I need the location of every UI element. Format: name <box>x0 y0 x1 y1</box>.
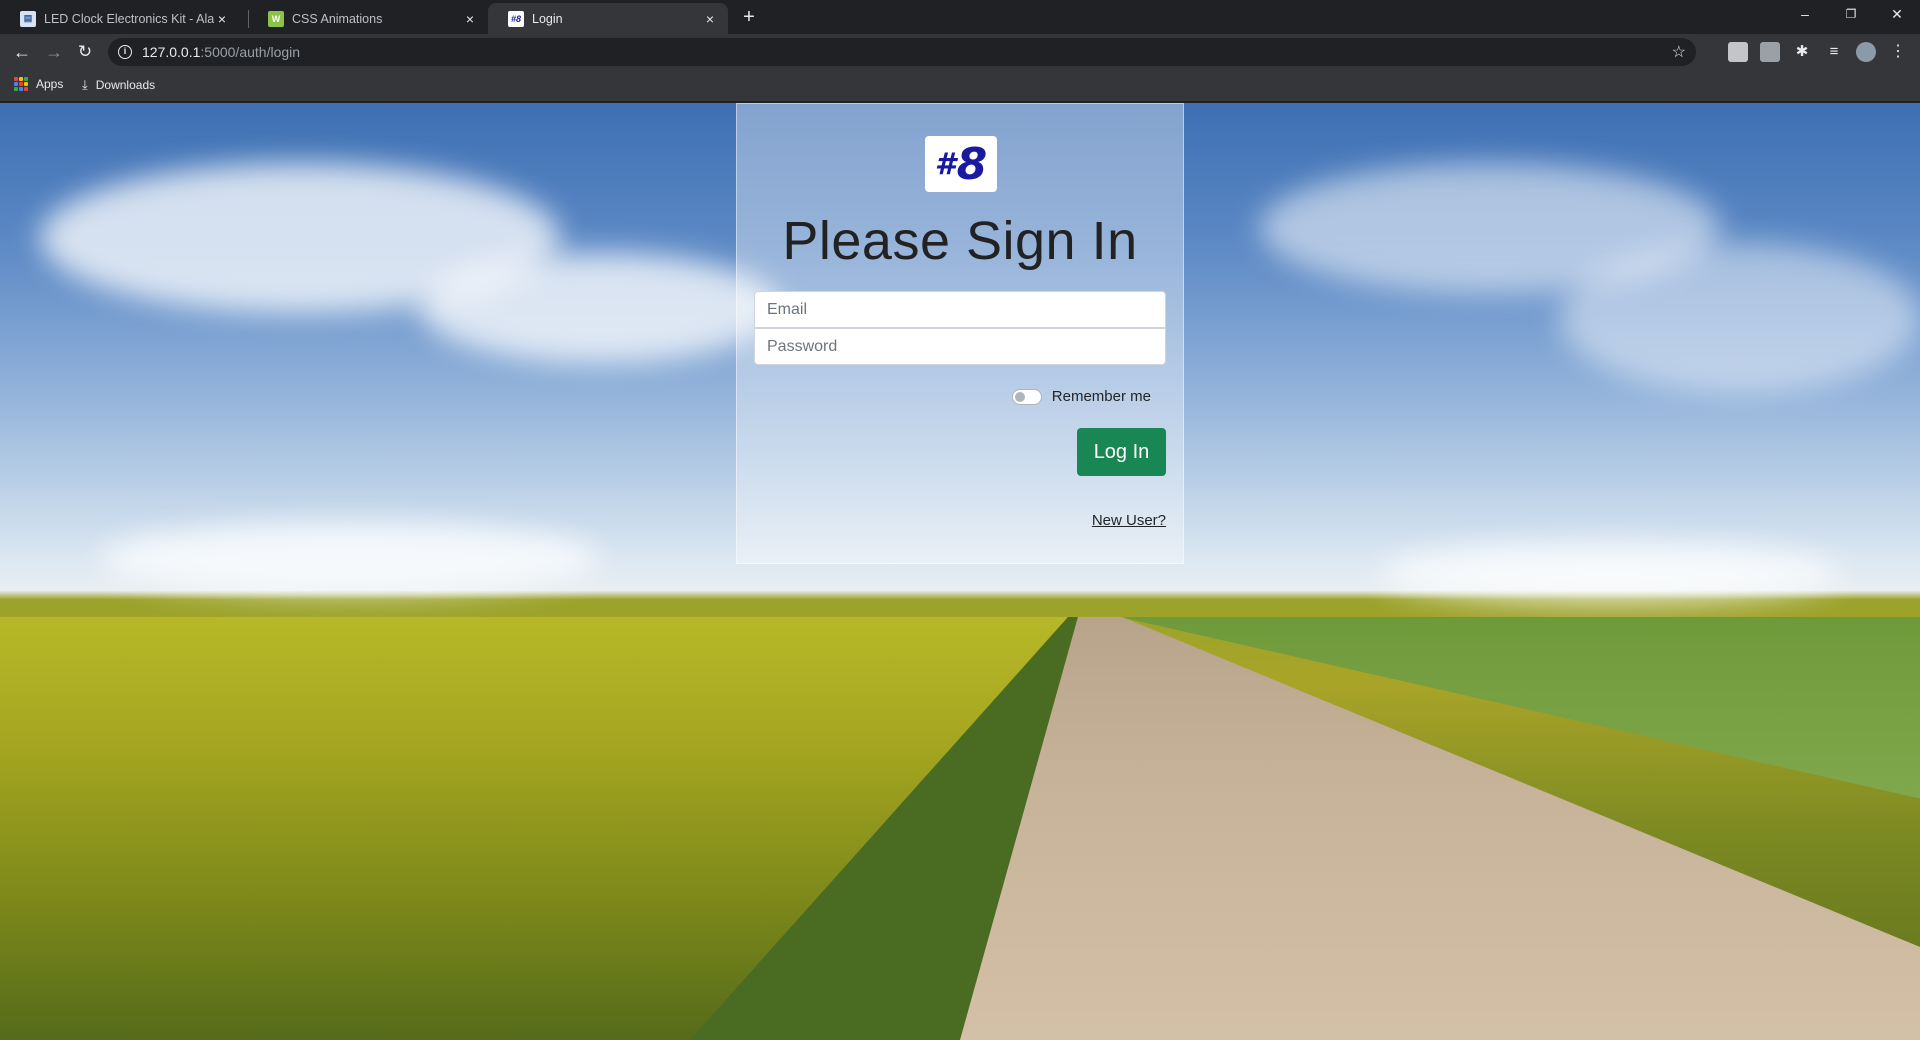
password-field[interactable] <box>754 328 1166 365</box>
site-logo: # 8 <box>925 136 997 192</box>
remember-me-row: Remember me <box>1011 388 1151 405</box>
cloud <box>1560 243 1920 393</box>
forward-arrow-icon[interactable]: → <box>42 40 66 64</box>
login-button[interactable]: Log In <box>1077 428 1166 476</box>
close-icon[interactable]: × <box>702 11 718 27</box>
minimize-button[interactable]: – <box>1788 0 1822 30</box>
browser-toolbar: ← → ↻ i 127.0.0.1 :5000/auth/login ☆ ✱ ≡… <box>0 34 1920 70</box>
css-icon: W <box>268 10 284 27</box>
cloud <box>1380 543 1840 603</box>
logo-digit: 8 <box>956 138 988 190</box>
tab-title: CSS Animations <box>292 11 383 26</box>
close-icon[interactable]: × <box>214 11 230 27</box>
window-close-button[interactable]: ✕ <box>1880 0 1914 30</box>
bookmark-label: Apps <box>36 77 64 91</box>
bookmark-downloads[interactable]: ⤓ Downloads <box>82 77 155 93</box>
cloud <box>100 523 600 593</box>
restore-button[interactable]: ❐ <box>1834 0 1868 30</box>
info-icon[interactable]: i <box>118 45 132 59</box>
address-bar[interactable]: i 127.0.0.1 :5000/auth/login ☆ <box>108 38 1696 66</box>
profile-avatar[interactable] <box>1856 42 1876 62</box>
document-icon: ▤ <box>20 10 36 27</box>
login-card: # 8 Please Sign In Remember me Log In Ne… <box>736 103 1184 564</box>
download-icon: ⤓ <box>82 77 88 92</box>
bookmark-apps[interactable]: Apps <box>14 77 63 91</box>
url-host: 127.0.0.1 <box>142 44 201 60</box>
back-arrow-icon[interactable]: ← <box>10 40 34 64</box>
reload-icon[interactable]: ↻ <box>73 40 97 64</box>
remember-me-label[interactable]: Remember me <box>1052 388 1151 405</box>
menu-dots-icon[interactable]: ⋮ <box>1886 40 1910 64</box>
toggle-knob <box>1014 391 1025 402</box>
tab-title: Login <box>532 11 563 26</box>
bookmarks-bar: Apps ⤓ Downloads <box>0 70 1920 102</box>
remember-me-toggle[interactable] <box>1011 388 1042 405</box>
tab-led-clock[interactable]: ▤ LED Clock Electronics Kit - Alarm × <box>0 3 240 34</box>
url-path: :5000/auth/login <box>200 44 301 60</box>
apps-grid-icon <box>14 77 28 91</box>
tab-title: LED Clock Electronics Kit - Alarm <box>44 11 214 26</box>
puzzle-icon[interactable]: ✱ <box>1790 40 1814 64</box>
login-favicon-icon: #8 <box>508 10 524 27</box>
page-background: # 8 Please Sign In Remember me Log In Ne… <box>0 103 1920 1040</box>
logo-hash: # <box>934 146 956 182</box>
page-title: Please Sign In <box>782 211 1138 271</box>
close-icon[interactable]: × <box>462 11 478 27</box>
bookmark-star-icon[interactable]: ☆ <box>1672 42 1686 62</box>
cloud <box>420 253 780 363</box>
new-tab-button[interactable]: + <box>738 7 760 29</box>
bookmark-label: Downloads <box>95 78 156 92</box>
tab-login[interactable]: #8 Login × <box>488 3 728 34</box>
new-user-link[interactable]: New User? <box>1092 512 1166 529</box>
tab-strip: ▤ LED Clock Electronics Kit - Alarm × W … <box>0 0 1920 34</box>
tab-css-animations[interactable]: W CSS Animations × <box>248 3 488 34</box>
media-queue-icon[interactable]: ≡ <box>1822 40 1846 64</box>
email-field[interactable] <box>754 291 1166 328</box>
extension-icon[interactable] <box>1728 42 1748 62</box>
extension-icon[interactable] <box>1760 42 1780 62</box>
